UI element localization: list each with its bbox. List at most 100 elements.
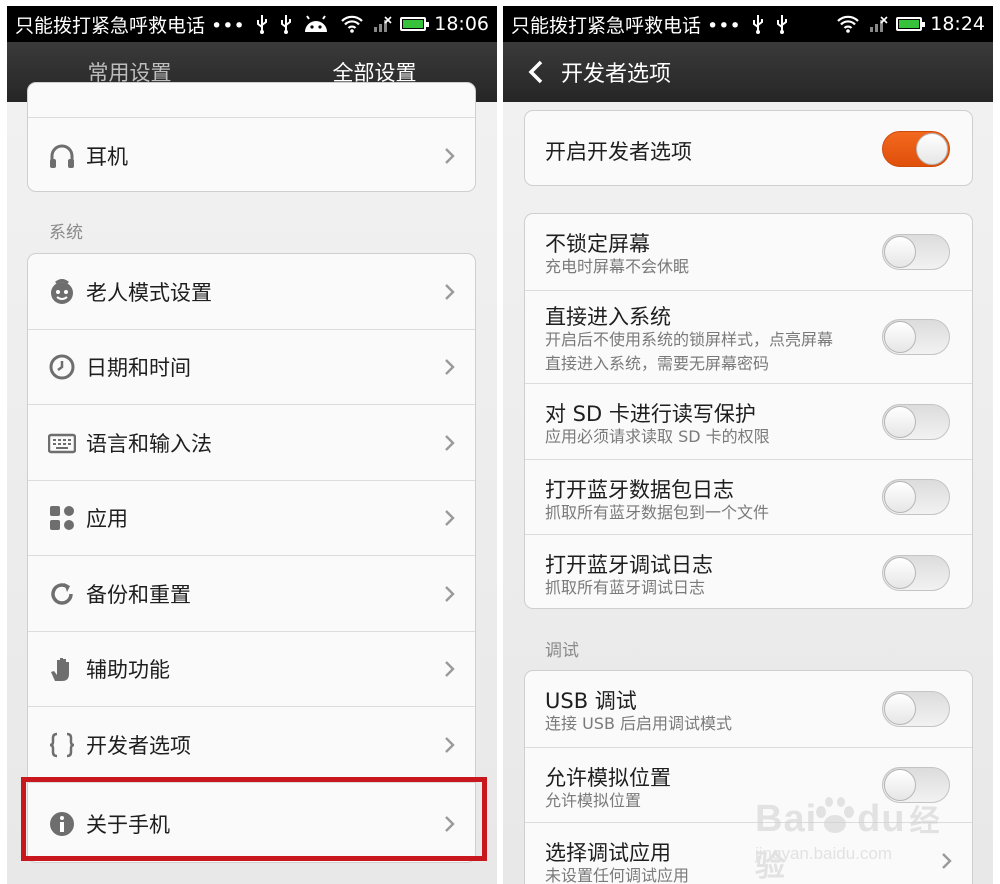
row-title: 打开蓝牙调试日志 <box>545 553 713 577</box>
toggle-knob <box>884 481 916 513</box>
row-title: 直接进入系统 <box>545 305 671 329</box>
list-item-developer-options[interactable]: 开发者选项 <box>28 706 475 782</box>
chevron-right-icon <box>445 736 455 753</box>
list-item-apps[interactable]: 应用 <box>28 480 475 555</box>
list-item-label: 辅助功能 <box>86 658 170 682</box>
status-bar: 只能拨打紧急呼救电话 ••• 18:24 <box>503 6 993 42</box>
bluetooth-debug-log-toggle[interactable] <box>882 554 950 591</box>
list-item-elderly-mode[interactable]: 老人模式设置 <box>28 254 475 329</box>
master-switch-card: 开启开发者选项 <box>524 110 973 186</box>
chevron-right-icon <box>445 661 455 677</box>
toggle-knob <box>884 556 916 589</box>
row-title: USB 调试 <box>545 689 637 713</box>
signal-icon <box>374 16 392 32</box>
chevron-right-icon <box>445 585 455 602</box>
wifi-icon <box>837 15 860 33</box>
usb-debugging-row[interactable]: USB 调试 连接 USB 后启用调试模式 <box>525 671 972 747</box>
row-title: 打开蓝牙数据包日志 <box>545 478 734 502</box>
usb-icon <box>280 15 291 34</box>
carrier-text: 只能拨打紧急呼救电话 ••• <box>15 14 245 37</box>
direct-enter-system-toggle[interactable] <box>882 319 950 355</box>
signal-icon <box>870 16 888 32</box>
row-title: 开启开发者选项 <box>545 140 692 164</box>
row-subtitle: 连接 USB 后启用调试模式 <box>545 714 733 733</box>
audio-card: 耳机 <box>27 82 476 192</box>
bluetooth-debug-log-row[interactable]: 打开蓝牙调试日志 抓取所有蓝牙调试日志 <box>525 534 972 608</box>
baidu-jingyan-watermark: Bai du 经验 jingyan.baidu.com <box>755 796 945 883</box>
list-item-label: 语言和输入法 <box>86 431 212 456</box>
toggle-knob <box>884 236 916 268</box>
row-title: 对 SD 卡进行读写保护 <box>545 402 756 426</box>
chevron-right-icon <box>445 510 455 526</box>
row-title: 允许模拟位置 <box>545 766 671 790</box>
list-item-label: 开发者选项 <box>86 733 191 758</box>
enable-developer-options-row[interactable]: 开启开发者选项 <box>525 111 972 185</box>
toggle-knob <box>884 405 916 438</box>
row-title: 选择调试应用 <box>545 841 671 865</box>
developer-settings-card: 不锁定屏幕 充电时屏幕不会休眠 直接进入系统 开启后不使用系统的锁屏样式，点亮屏… <box>524 213 973 609</box>
braces-icon <box>48 731 76 759</box>
keyboard-icon <box>47 429 77 457</box>
list-item-accessibility[interactable]: 辅助功能 <box>28 631 475 706</box>
section-title-system: 系统 <box>49 223 83 243</box>
row-subtitle: 充电时屏幕不会休眠 <box>545 257 690 276</box>
usb-icon <box>776 15 787 34</box>
watermark-url: jingyan.baidu.com <box>755 844 893 863</box>
page-title: 开发者选项 <box>561 62 672 87</box>
direct-enter-system-row[interactable]: 直接进入系统 开启后不使用系统的锁屏样式，点亮屏幕 直接进入系统，需要无屏幕密码 <box>525 290 972 383</box>
apps-icon <box>48 504 76 532</box>
list-item-label: 老人模式设置 <box>86 280 212 305</box>
headphones-icon <box>48 142 76 170</box>
settings-screen: 只能拨打紧急呼救电话 ••• 18:06 常用设置 全部设置 耳机 系统 老人模… <box>7 6 497 884</box>
row-subtitle: 允许模拟位置 <box>545 791 642 810</box>
battery-icon <box>896 17 926 31</box>
usb-icon <box>752 15 763 34</box>
list-item-label: 耳机 <box>86 144 128 169</box>
section-title-debug: 调试 <box>545 641 579 661</box>
toggle-knob <box>916 133 948 165</box>
row-subtitle: 直接进入系统，需要无屏幕密码 <box>545 354 770 373</box>
chevron-right-icon <box>445 434 455 451</box>
list-item-label: 日期和时间 <box>86 356 191 380</box>
title-bar: 开发者选项 <box>503 42 993 102</box>
bluetooth-hci-log-row[interactable]: 打开蓝牙数据包日志 抓取所有蓝牙数据包到一个文件 <box>525 459 972 534</box>
system-card: 老人模式设置 日期和时间 语言和输入法 应用 备份和重置 辅助功能 开发者选项 … <box>27 253 476 863</box>
paw-icon <box>816 797 854 833</box>
sd-card-protect-row[interactable]: 对 SD 卡进行读写保护 应用必须请求读取 SD 卡的权限 <box>525 383 972 459</box>
stay-awake-toggle[interactable] <box>882 234 950 270</box>
list-item-language-input[interactable]: 语言和输入法 <box>28 404 475 480</box>
chevron-right-icon <box>445 283 455 300</box>
row-subtitle: 应用必须请求读取 SD 卡的权限 <box>545 427 770 446</box>
developer-options-toggle[interactable] <box>882 131 950 167</box>
row-subtitle: 开启后不使用系统的锁屏样式，点亮屏幕 <box>545 330 834 349</box>
status-bar: 只能拨打紧急呼救电话 ••• 18:06 <box>7 6 497 42</box>
sd-card-protect-toggle[interactable] <box>882 403 950 440</box>
list-item-date-time[interactable]: 日期和时间 <box>28 329 475 404</box>
stay-awake-row[interactable]: 不锁定屏幕 充电时屏幕不会休眠 <box>525 214 972 290</box>
toggle-knob <box>884 693 916 725</box>
developer-options-screen: 只能拨打紧急呼救电话 ••• 18:24 开发者选项 开启开发者选项 不锁定屏幕… <box>503 6 993 884</box>
row-title: 不锁定屏幕 <box>545 232 650 256</box>
clock-time: 18:06 <box>434 13 489 35</box>
bluetooth-hci-log-toggle[interactable] <box>882 479 950 515</box>
carrier-text: 只能拨打紧急呼救电话 ••• <box>511 14 741 37</box>
row-subtitle: 未设置任何调试应用 <box>545 866 690 884</box>
list-item-headphones[interactable]: 耳机 <box>28 117 475 191</box>
row-subtitle: 抓取所有蓝牙调试日志 <box>545 578 706 597</box>
back-arrow-icon[interactable] <box>521 57 551 87</box>
list-item-label: 应用 <box>86 507 128 531</box>
usb-debugging-toggle[interactable] <box>882 691 950 727</box>
row-subtitle: 抓取所有蓝牙数据包到一个文件 <box>545 503 770 522</box>
chevron-right-icon <box>445 147 455 164</box>
list-item-label: 备份和重置 <box>86 582 191 607</box>
wifi-icon <box>341 15 364 33</box>
clock-icon <box>48 353 76 381</box>
list-item-backup-reset[interactable]: 备份和重置 <box>28 555 475 631</box>
hand-icon <box>48 655 76 683</box>
battery-icon <box>400 17 430 31</box>
chevron-right-icon <box>445 359 455 375</box>
usb-icon <box>256 15 267 34</box>
face-icon <box>48 278 76 306</box>
refresh-icon <box>48 580 76 608</box>
android-icon <box>304 15 327 32</box>
